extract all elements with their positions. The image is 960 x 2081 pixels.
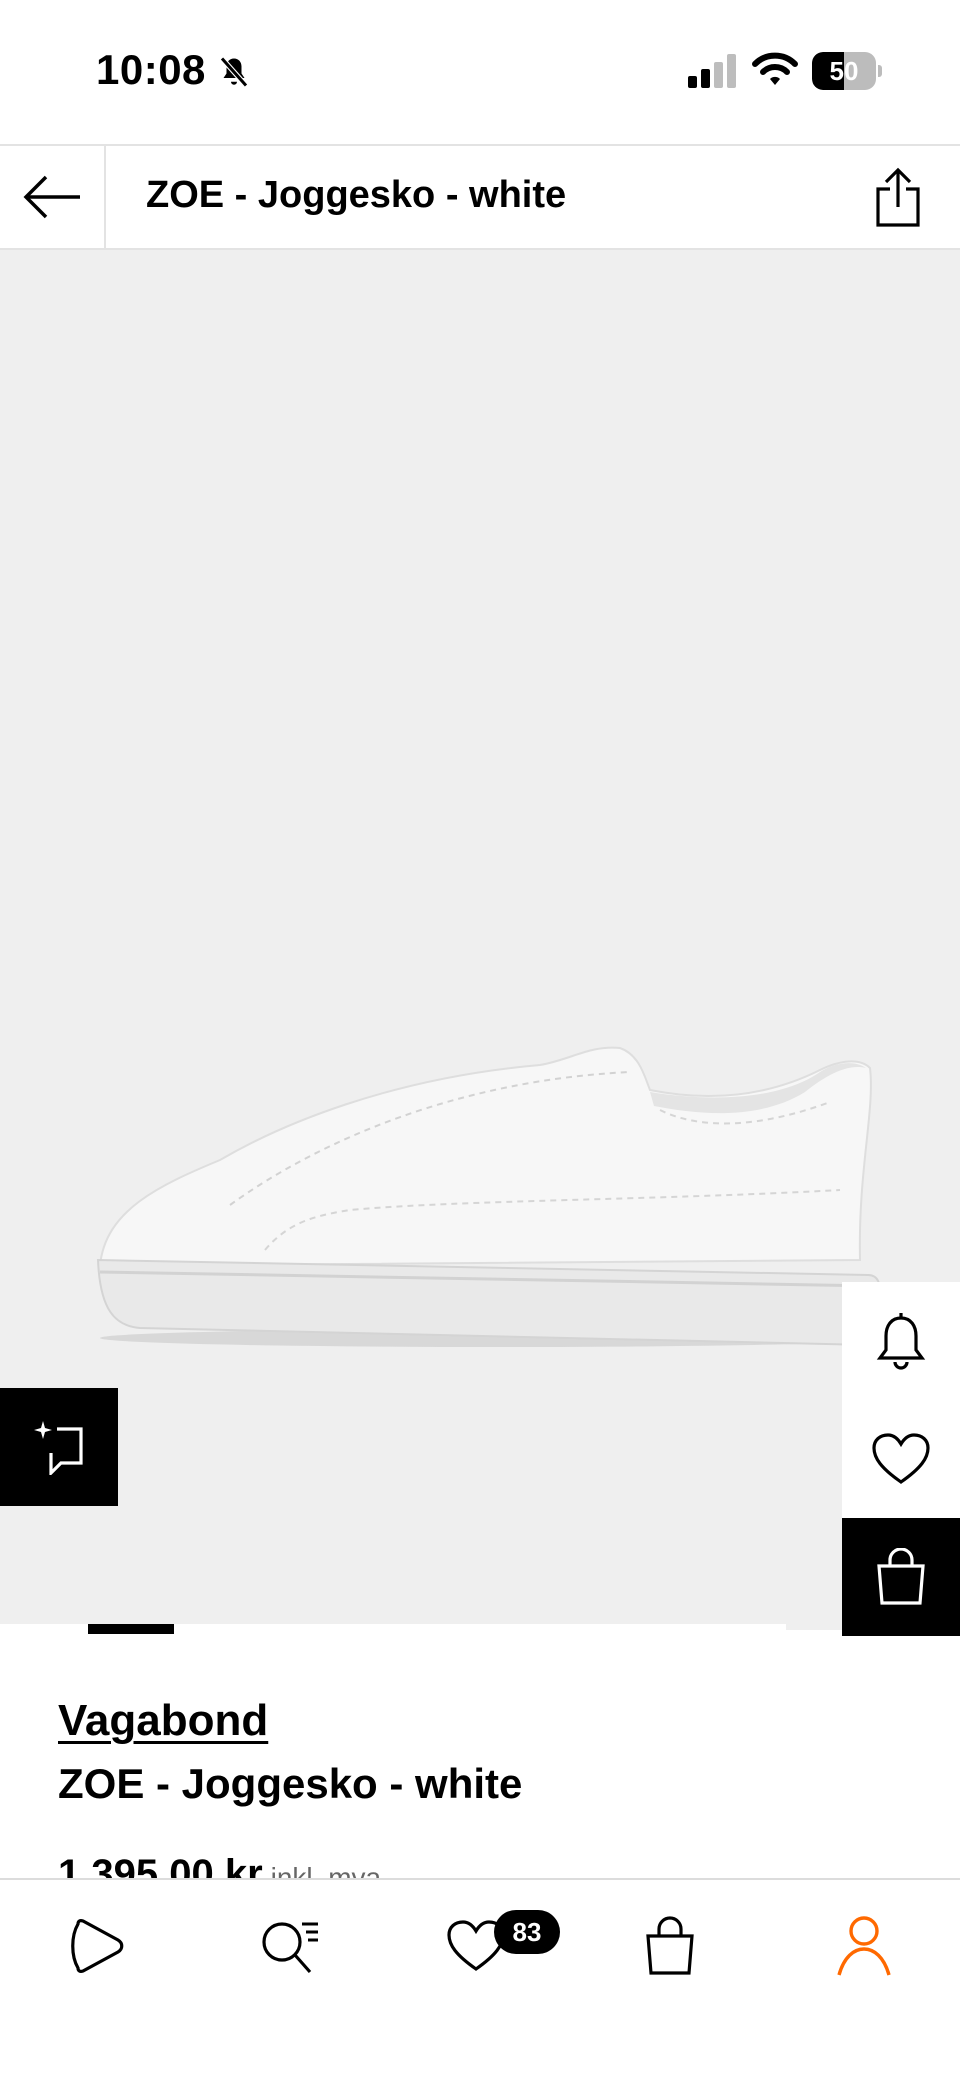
bottom-nav: 83 [0, 1878, 960, 2081]
share-button[interactable] [870, 166, 926, 230]
side-actions [842, 1282, 960, 1636]
battery-icon: 50 [812, 52, 882, 90]
bag-icon [646, 1916, 694, 1975]
bell-slash-icon [220, 56, 248, 88]
battery-level: 50 [829, 56, 859, 86]
add-to-bag-button[interactable] [842, 1518, 960, 1636]
wifi-icon [752, 52, 798, 85]
nav-search[interactable] [254, 1910, 326, 1982]
bell-icon [876, 1313, 926, 1370]
share-icon [876, 167, 920, 227]
nav-bag[interactable] [634, 1910, 706, 1982]
top-header: ZOE - Joggesko - white [0, 144, 960, 250]
wishlist-count-badge: 83 [494, 1910, 560, 1954]
carousel-indicator [88, 1624, 174, 1634]
back-button[interactable] [0, 146, 106, 248]
cellular-signal-icon [688, 54, 736, 88]
header-title: ZOE - Joggesko - white [146, 174, 567, 216]
status-bar: 10:08 50 [0, 0, 960, 144]
notify-button[interactable] [842, 1282, 960, 1400]
search-icon [262, 1922, 318, 1974]
product-image-sneaker [96, 1046, 900, 1347]
shopping-bag-icon [877, 1548, 925, 1605]
status-time: 10:08 [96, 46, 206, 93]
profile-icon [837, 1916, 891, 1976]
sparkle-compare-icon [34, 1421, 83, 1475]
nav-home[interactable] [60, 1910, 132, 1982]
brand-link[interactable]: Vagabond [58, 1696, 268, 1746]
home-play-icon [71, 1919, 124, 1973]
wishlist-button[interactable] [842, 1400, 960, 1518]
product-name: ZOE - Joggesko - white [58, 1760, 523, 1807]
heart-icon [872, 1433, 930, 1484]
arrow-left-icon [23, 175, 80, 219]
product-image-gallery[interactable] [0, 250, 960, 1630]
compare-button[interactable] [0, 1388, 118, 1506]
nav-profile[interactable] [828, 1910, 900, 1982]
